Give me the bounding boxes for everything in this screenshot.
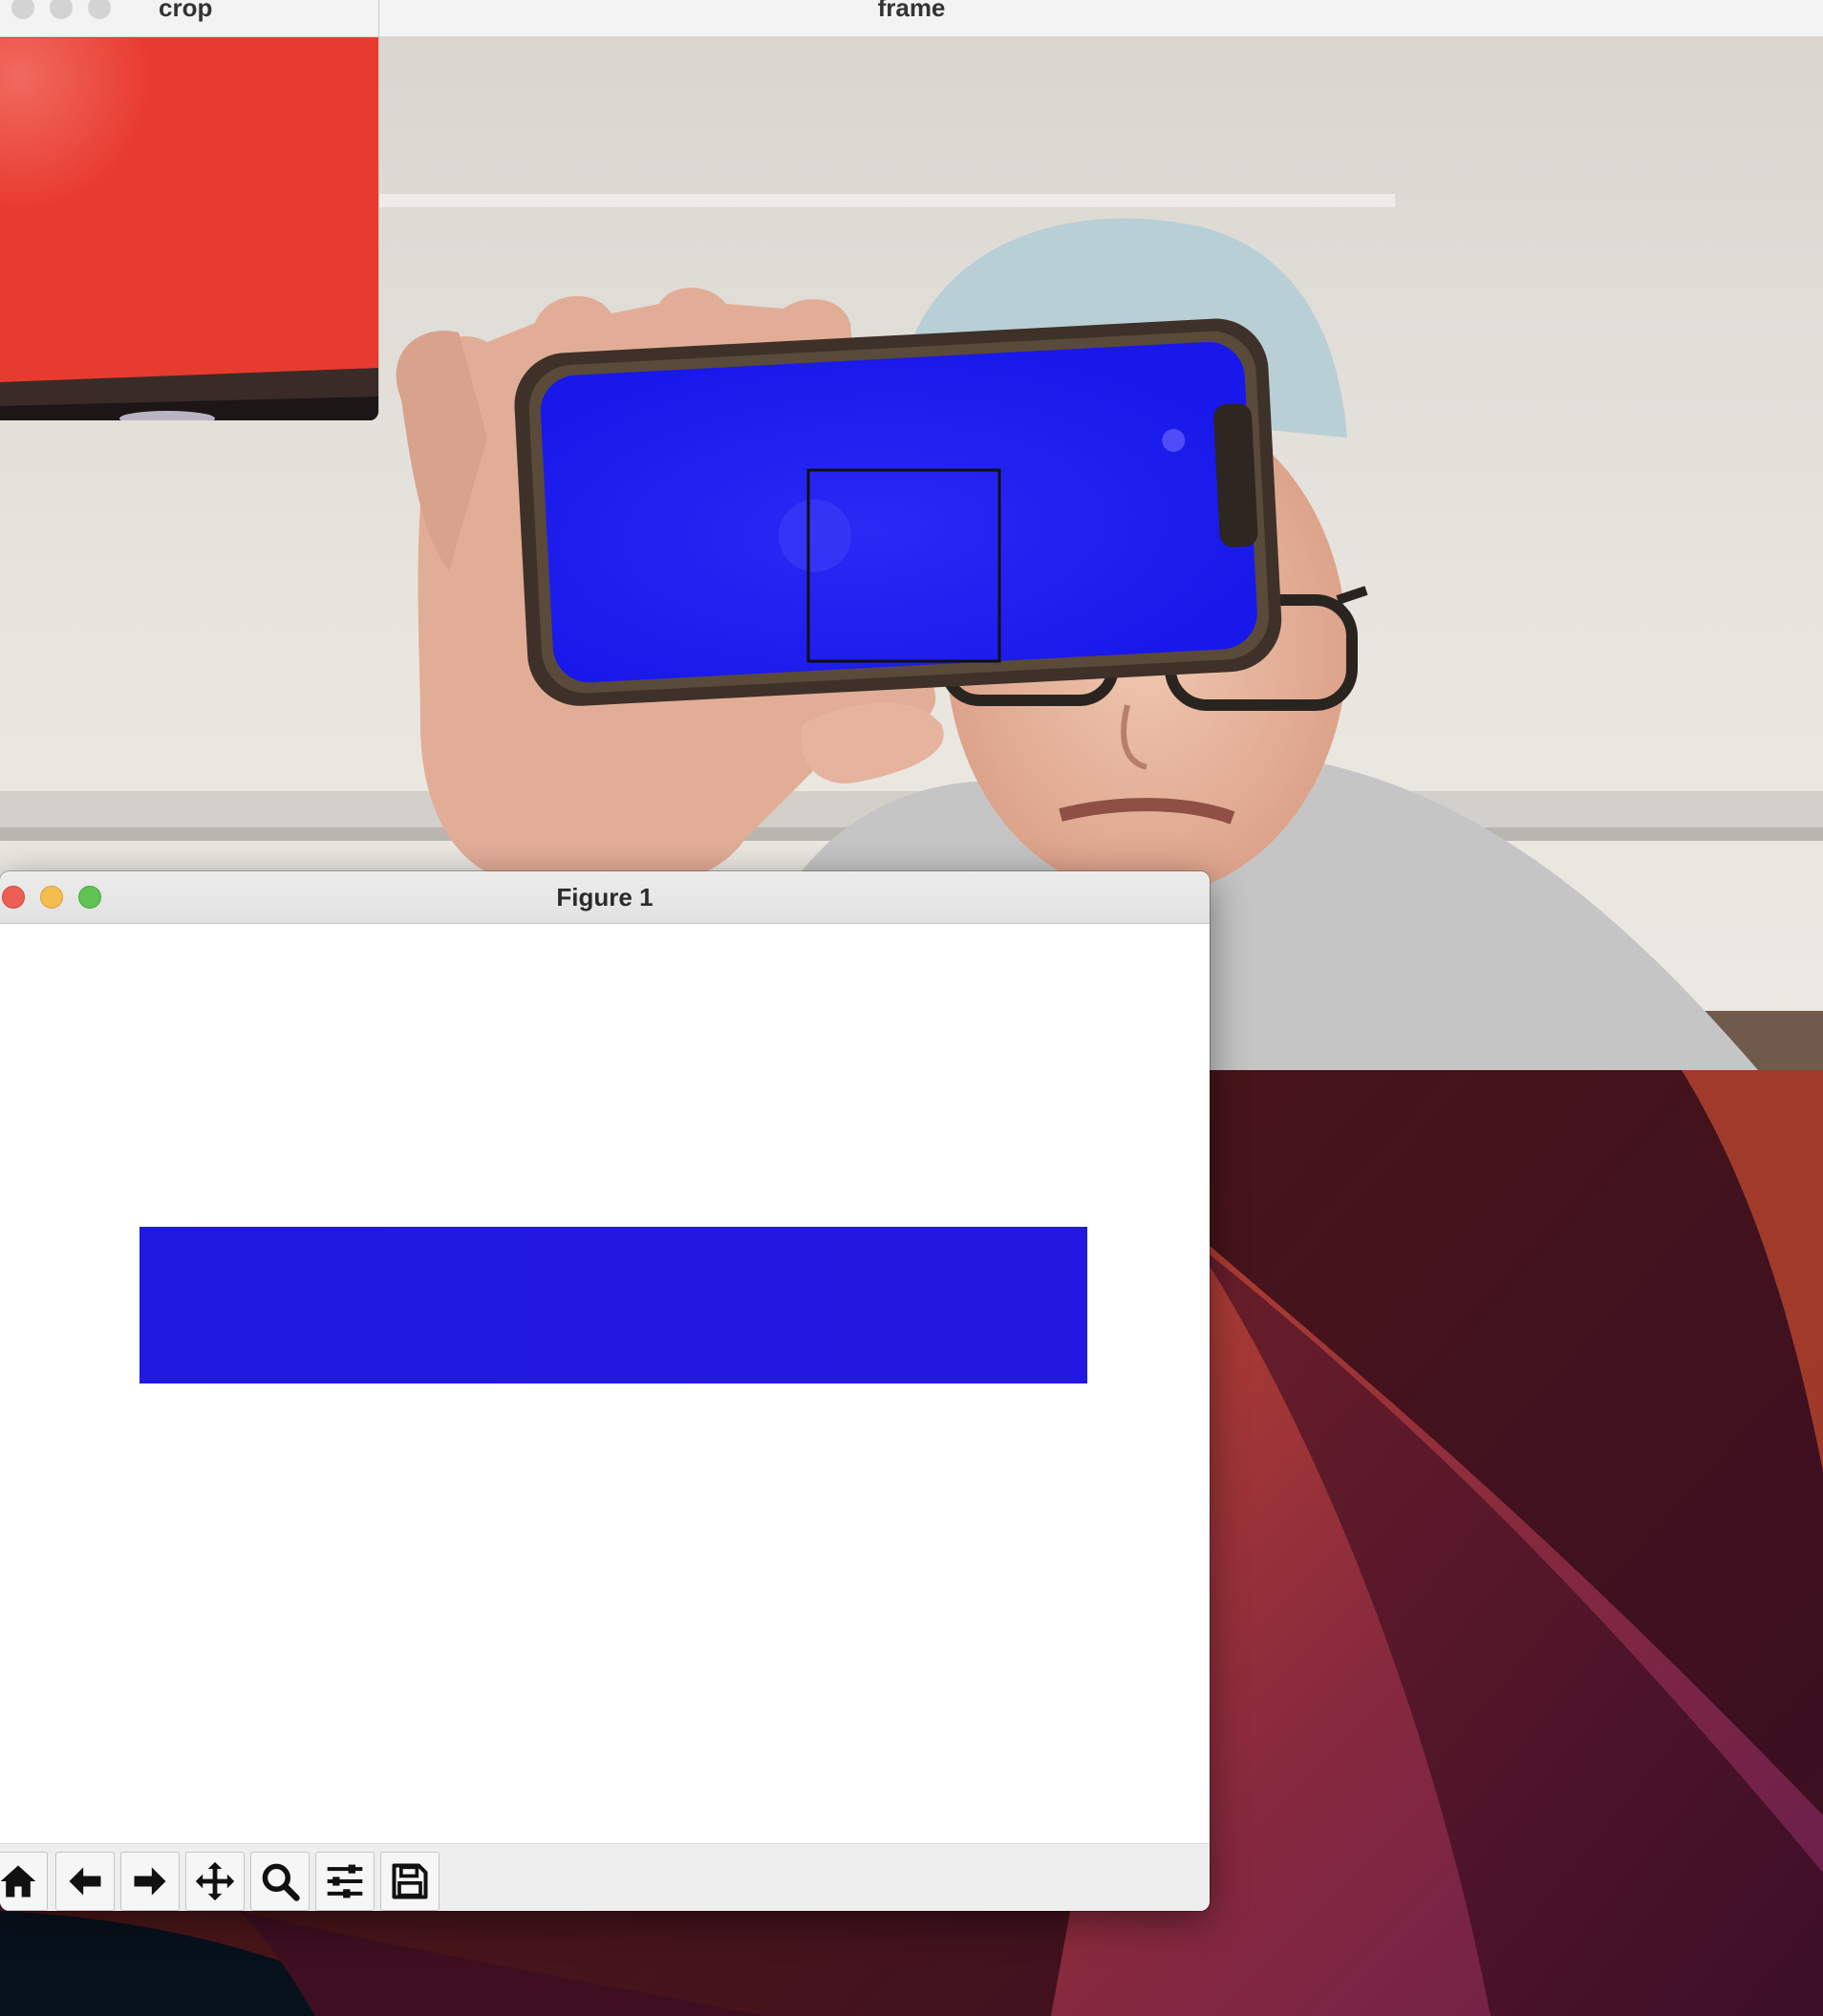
figure-canvas[interactable] [0,924,1210,1759]
subplots-icon [327,1864,363,1898]
crop-title: crop [159,0,213,22]
home-button[interactable] [0,1852,48,1911]
back-arrow-icon [69,1867,101,1896]
save-button[interactable] [380,1852,440,1911]
back-button[interactable] [55,1852,115,1911]
figure-title: Figure 1 [556,883,654,911]
crop-window: crop [0,0,379,420]
figure-titlebar[interactable]: Figure 1 [0,871,1210,924]
crop-preview-image [0,38,378,420]
pan-button[interactable] [185,1852,245,1911]
zoom-icon [262,1863,300,1901]
forward-arrow-icon [134,1867,166,1896]
crop-titlebar[interactable]: crop [0,0,378,37]
home-icon [0,1865,36,1898]
pan-icon [195,1861,235,1901]
save-icon [392,1863,428,1899]
forward-button[interactable] [120,1852,180,1911]
color-swatch [139,1227,1087,1383]
matplotlib-toolbar [0,1843,1210,1911]
figure-window: Figure 1 [0,871,1210,1911]
subplots-button[interactable] [315,1852,375,1911]
zoom-button[interactable] [250,1852,310,1911]
